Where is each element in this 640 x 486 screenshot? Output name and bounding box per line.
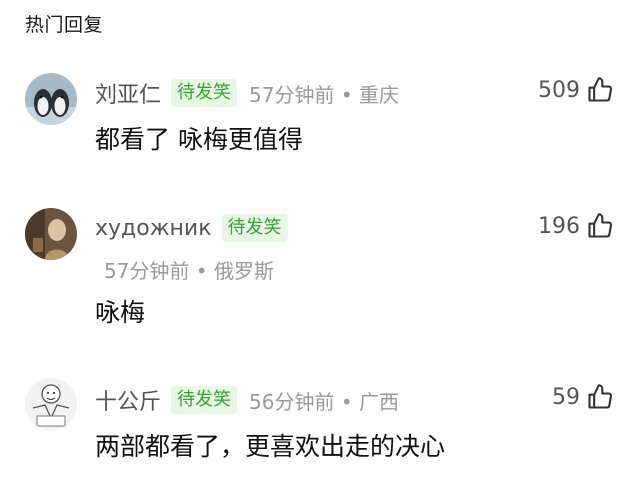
thumbs-up-icon[interactable] [586, 212, 614, 240]
like-button[interactable]: 196 [538, 212, 614, 240]
like-button[interactable]: 59 [552, 383, 614, 411]
name-row: 十公斤 待发笑 56分钟前 • 广西 [95, 384, 399, 416]
status-badge: 待发笑 [171, 79, 238, 107]
avatar[interactable] [25, 73, 77, 125]
comment-meta: 56分钟前 • 广西 [249, 389, 399, 414]
figure-avatar-icon [25, 208, 77, 260]
like-button[interactable]: 509 [538, 76, 614, 104]
avatar[interactable] [25, 378, 77, 430]
status-badge: 待发笑 [221, 214, 288, 242]
comment-text: 都看了 咏梅更值得 [95, 125, 303, 154]
thumbs-up-icon[interactable] [586, 383, 614, 411]
name-row: художник 待发笑 [95, 214, 288, 242]
like-count: 196 [538, 213, 580, 239]
comment-text: 咏梅 [95, 298, 146, 327]
username[interactable]: 十公斤 [95, 384, 161, 416]
comment-meta: 57分钟前 • 重庆 [249, 82, 399, 107]
username[interactable]: 刘亚仁 [95, 77, 161, 109]
username[interactable]: художник [95, 216, 212, 241]
penguins-avatar-icon [25, 73, 77, 125]
avatar[interactable] [25, 208, 77, 260]
like-count: 509 [538, 77, 580, 103]
section-title: 热门回复 [25, 14, 104, 36]
thumbs-up-icon[interactable] [586, 76, 614, 104]
comment-meta: 57分钟前 • 俄罗斯 [104, 259, 274, 283]
like-count: 59 [552, 384, 580, 410]
comment-text: 两部都看了，更喜欢出走的决心 [95, 432, 446, 461]
name-row: 刘亚仁 待发笑 57分钟前 • 重庆 [95, 77, 399, 109]
status-badge: 待发笑 [171, 386, 238, 414]
meme-avatar-icon [25, 378, 77, 430]
